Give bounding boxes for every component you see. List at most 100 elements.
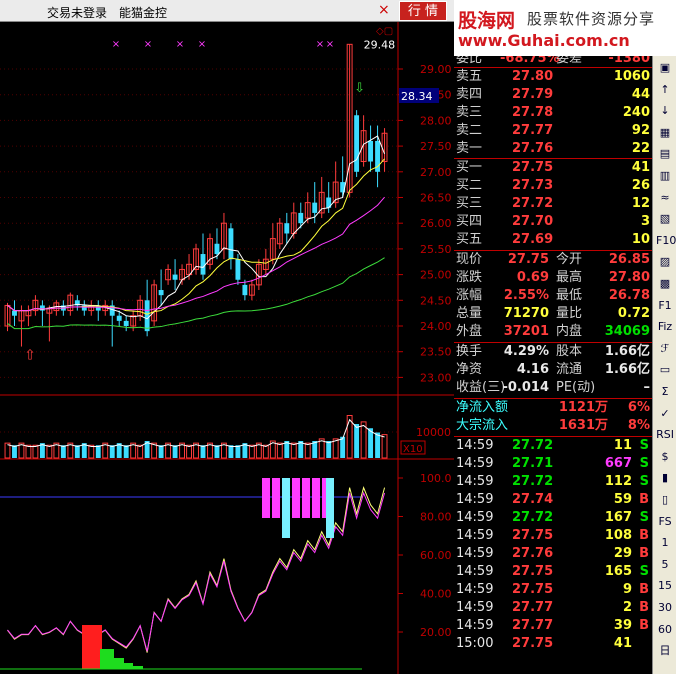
tick-volume: 112	[604, 474, 632, 489]
toolbar-button[interactable]: 60	[656, 622, 674, 638]
toolbar-button[interactable]: ≈	[656, 190, 674, 206]
ind-tick-label: 60.00	[420, 549, 452, 562]
candle-body	[298, 212, 304, 224]
ind-tick-label: 20.00	[420, 626, 452, 639]
toolbar-button[interactable]: Fiz	[656, 319, 674, 335]
tick-side: B	[639, 618, 649, 633]
tick-price: 27.77	[512, 600, 554, 615]
toolbar-button[interactable]: ▤	[656, 146, 674, 162]
volume-bar	[228, 445, 234, 458]
ind-tick-label: 80.00	[420, 511, 452, 524]
tick-price: 27.75	[512, 564, 554, 579]
tick-time: 15:00	[456, 636, 494, 651]
signal-mark-icon: ×	[144, 39, 152, 50]
order-book-volume: 12	[631, 196, 650, 211]
toolbar-button[interactable]: 1	[656, 535, 674, 551]
signal-magenta-bar	[302, 478, 310, 518]
stat-value: 0.72	[617, 306, 650, 321]
candle-body	[200, 254, 206, 275]
finance-row: 换手 4.29% 股本 1.66亿	[454, 343, 652, 361]
toolbar-button[interactable]: ▨	[656, 254, 674, 270]
toolbar-button[interactable]: 日	[656, 643, 674, 659]
stat-row: 涨幅 2.55% 最低 26.78	[454, 287, 652, 305]
tick-price: 27.77	[512, 618, 554, 633]
flow-label: 净流入额	[456, 400, 509, 415]
tick-row: 15:00 27.75 41	[454, 635, 652, 653]
signal-mark-icon: ×	[112, 39, 120, 50]
toolbar-button[interactable]: ▥	[656, 168, 674, 184]
tick-time: 14:59	[456, 582, 494, 597]
tick-price: 27.75	[512, 582, 554, 597]
order-book-label: 买三	[456, 196, 483, 211]
finance-row: 收益(三) -0.014 PE(动) –	[454, 379, 652, 397]
tick-volume: 59	[613, 492, 632, 507]
toolbar-button[interactable]: 5	[656, 557, 674, 573]
order-book-price: 27.70	[512, 214, 554, 229]
toolbar-button[interactable]: F10	[656, 233, 676, 249]
toolbar-button[interactable]: ▯	[656, 492, 674, 508]
candle-body	[354, 115, 360, 172]
finance-value: 1.66亿	[604, 344, 650, 359]
sell-signal-icon: ⇩	[354, 81, 365, 96]
tick-side: S	[639, 438, 649, 453]
tick-row: 14:59 27.75 165 S	[454, 563, 652, 581]
toolbar-button[interactable]: ↑	[656, 82, 674, 98]
toolbar-button[interactable]: ℱ	[656, 341, 674, 357]
tick-volume: 167	[604, 510, 632, 525]
toolbar-button[interactable]: ▦	[656, 125, 674, 141]
stat-row: 外盘 37201 内盘 34069	[454, 323, 652, 341]
toolbar-button[interactable]: ▩	[656, 276, 674, 292]
toolbar-button[interactable]: RSI	[656, 427, 674, 443]
stat-value: 2.55%	[503, 288, 549, 303]
tick-side: S	[639, 510, 649, 525]
tick-row: 14:59 27.72 112 S	[454, 473, 652, 491]
tick-price: 27.75	[512, 528, 554, 543]
finance-label: PE(动)	[556, 380, 596, 395]
order-book-price: 27.76	[512, 141, 554, 156]
toolbar-button[interactable]: ▮	[656, 470, 674, 486]
tick-side: B	[639, 600, 649, 615]
tick-side: S	[639, 564, 649, 579]
tick-price: 27.74	[512, 492, 554, 507]
candle-body	[284, 223, 290, 234]
order-book-label: 卖三	[456, 105, 483, 120]
toolbar-button[interactable]: F1	[656, 298, 674, 314]
stat-label: 最高	[556, 270, 583, 285]
high-price-label: 29.48	[364, 38, 396, 51]
price-tick-label: 25.00	[420, 269, 452, 282]
toolbar-button[interactable]: ✓	[656, 406, 674, 422]
menu-panda-control[interactable]: 能猫金控	[119, 4, 167, 21]
flow-label: 大宗流入	[456, 418, 509, 433]
toolbar-button[interactable]: 30	[656, 600, 674, 616]
volume-bar	[95, 445, 101, 458]
vol-unit-label: X10	[403, 444, 423, 455]
price-tick-label: 28.00	[420, 114, 452, 127]
candle-body	[12, 310, 17, 316]
tick-volume: 29	[613, 546, 632, 561]
toolbar-button[interactable]: ▧	[656, 211, 674, 227]
toolbar-button[interactable]: ▣	[656, 60, 674, 76]
close-icon[interactable]: ×	[378, 2, 390, 18]
toolbar-button[interactable]: Σ	[656, 384, 674, 400]
candle-body	[172, 274, 178, 280]
stat-value: 27.75	[507, 252, 549, 267]
toolbar-button[interactable]: $	[656, 449, 674, 465]
signal-magenta-bar	[272, 478, 280, 518]
tick-time: 14:59	[456, 546, 494, 561]
toolbar-button[interactable]: ▭	[656, 362, 674, 378]
order-book-label: 买五	[456, 232, 483, 247]
volume-bar	[354, 424, 360, 458]
finance-label: 收益(三)	[456, 380, 506, 395]
volume-bar	[326, 441, 332, 458]
kline-chart[interactable]: 29.0028.5028.0027.5027.0026.5026.0025.50…	[0, 22, 454, 674]
ind-tick-label: 40.00	[420, 588, 452, 601]
order-book-volume: 1060	[613, 69, 650, 84]
tick-volume: 11	[613, 438, 632, 453]
toolbar-button[interactable]: FS	[656, 514, 674, 530]
menu-trade-login[interactable]: 交易未登录	[47, 4, 107, 21]
toolbar-button[interactable]: ↓	[656, 103, 674, 119]
flow-percent: 6%	[627, 400, 650, 415]
toolbar-button[interactable]: 15	[656, 578, 674, 594]
tick-side: S	[639, 474, 649, 489]
quote-tab-button[interactable]: 行 情	[399, 1, 447, 21]
